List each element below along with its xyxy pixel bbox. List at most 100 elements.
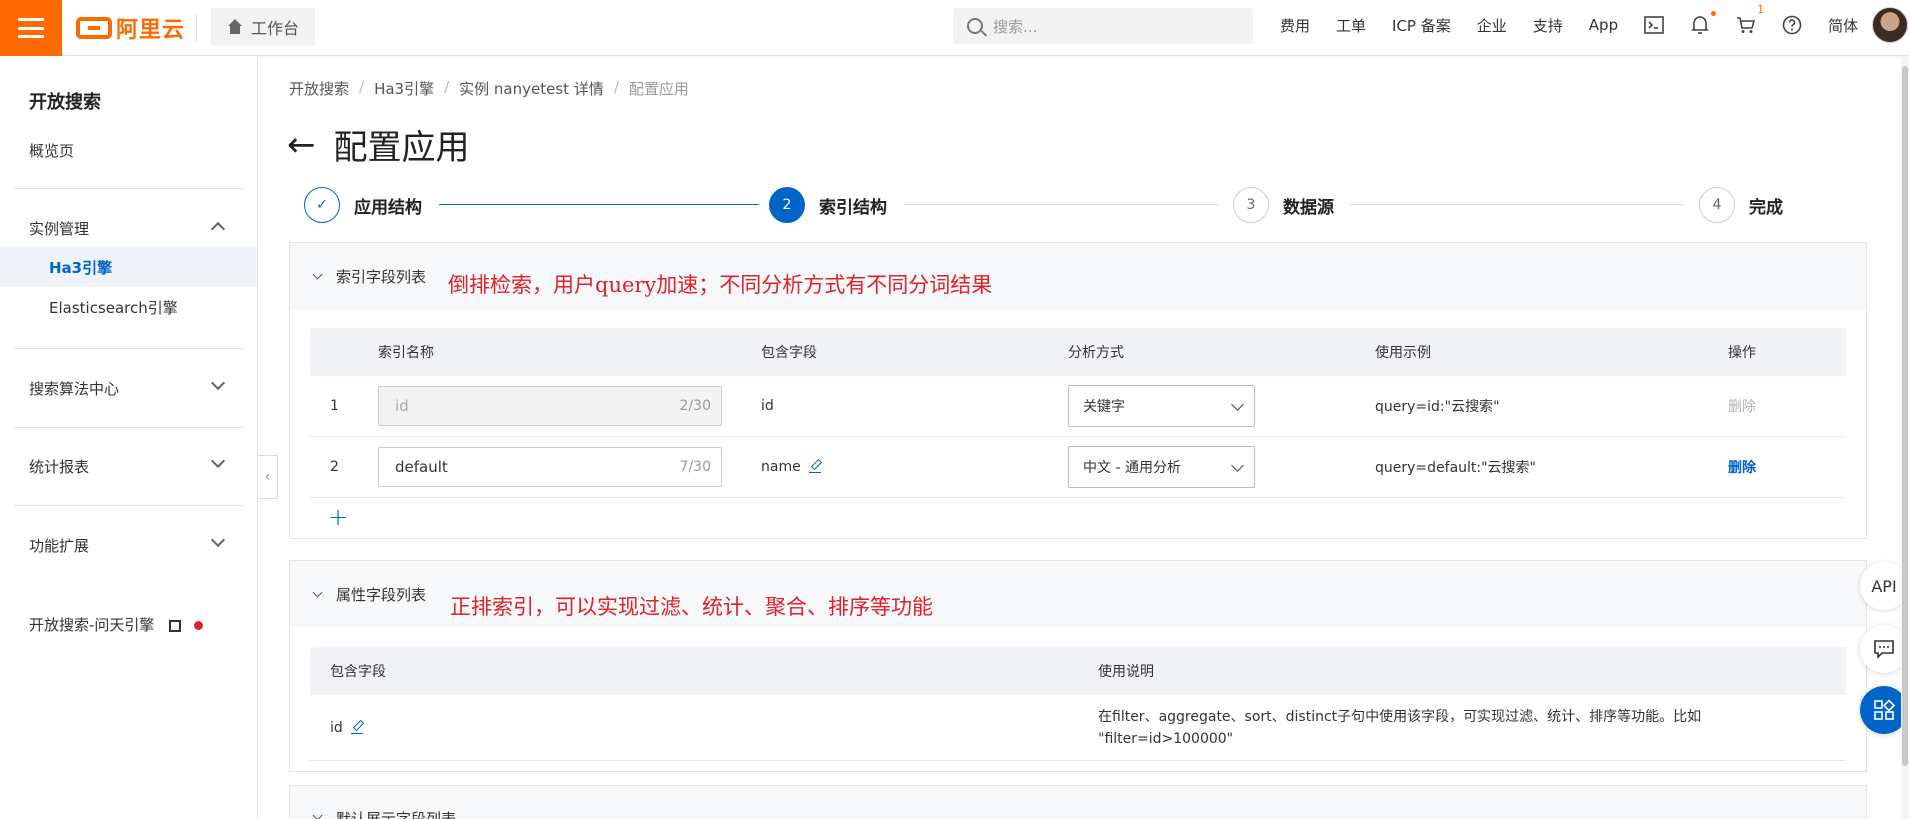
menu-button[interactable] — [0, 0, 62, 56]
bell-icon[interactable] — [1690, 11, 1717, 35]
chevron-down-icon[interactable] — [312, 587, 323, 598]
divider — [14, 505, 243, 506]
table-row: 2 default 7/30 name 中文 - 通用分析 query=defa… — [310, 437, 1846, 498]
back-arrow-icon[interactable]: ← — [287, 128, 316, 162]
attribute-table: 包含字段 使用说明 id 在filter、aggregate、sort、dist… — [310, 647, 1846, 761]
help-icon[interactable] — [1782, 15, 1802, 35]
chevron-down-icon[interactable] — [210, 532, 226, 548]
index-name-cell: default 7/30 — [378, 437, 722, 497]
sidebar-item-reports[interactable]: 统计报表 — [29, 456, 89, 477]
step-4: 4 完成 — [1699, 187, 1783, 223]
analyzer-select[interactable]: 关键字 — [1068, 385, 1255, 427]
input-value: default — [395, 458, 448, 476]
chevron-up-icon[interactable] — [210, 221, 226, 237]
stepper: ✓ 应用结构 2 索引结构 3 数据源 4 完成 — [304, 187, 1784, 223]
link-app[interactable]: App — [1589, 16, 1618, 34]
divider — [14, 188, 243, 189]
chevron-down-icon[interactable] — [312, 810, 323, 819]
api-label: API — [1871, 576, 1897, 596]
analyzer-select[interactable]: 中文 - 通用分析 — [1068, 446, 1255, 488]
hamburger-icon — [18, 18, 44, 38]
chevron-down-icon — [1231, 397, 1244, 411]
edit-icon[interactable] — [808, 461, 821, 473]
check-icon: ✓ — [304, 187, 340, 223]
breadcrumb-item[interactable]: 开放搜索 — [289, 78, 349, 99]
column-header: 操作 — [1728, 345, 1756, 361]
panel-title: 索引字段列表 — [336, 268, 427, 286]
chevron-down-icon — [1231, 458, 1244, 472]
scrollbar-thumb[interactable] — [1902, 66, 1908, 766]
index-name-cell: id 2/30 — [378, 376, 722, 436]
edit-icon[interactable] — [350, 722, 363, 734]
divider — [14, 348, 243, 349]
step-label: 完成 — [1749, 197, 1783, 218]
search-placeholder: 搜索... — [993, 17, 1038, 36]
divider — [14, 427, 243, 428]
step-number: 2 — [769, 187, 805, 223]
breadcrumb-item[interactable]: 实例 nanyetest 详情 — [459, 78, 604, 99]
example-value: query=default:"云搜索" — [1375, 460, 1536, 476]
sidebar-item-extensions[interactable]: 功能扩展 — [29, 535, 89, 556]
field-value: id — [330, 719, 343, 736]
table-header: 索引名称 包含字段 分析方式 使用示例 操作 — [310, 328, 1846, 376]
index-name-input[interactable]: default 7/30 — [378, 447, 722, 487]
chevron-down-icon[interactable] — [312, 269, 323, 280]
link-enterprise[interactable]: 企业 — [1477, 15, 1507, 36]
row-number: 1 — [330, 398, 339, 414]
chevron-down-icon[interactable] — [210, 453, 226, 469]
search-input[interactable]: 搜索... — [953, 8, 1253, 44]
annotation: 正排索引，可以实现过滤、统计、聚合、排序等功能 — [450, 595, 933, 619]
table-row: 1 id 2/30 id 关键字 query=id:"云搜索" 删除 — [310, 376, 1846, 437]
select-value: 中文 - 通用分析 — [1083, 460, 1181, 476]
column-header: 包含字段 — [330, 664, 386, 680]
annotation: 倒排检索，用户query加速；不同分析方式有不同分词结果 — [448, 273, 993, 297]
sidebar: 开放搜索 概览页 实例管理 Ha3引擎 Elasticsearch引擎 搜索算法… — [0, 56, 258, 819]
workbench-label: 工作台 — [251, 19, 300, 38]
cart-icon[interactable]: 1 — [1736, 3, 1764, 35]
avatar[interactable] — [1872, 7, 1908, 43]
link-support[interactable]: 支持 — [1533, 15, 1563, 36]
language-switch[interactable]: 简体 — [1828, 15, 1858, 36]
home-icon — [227, 19, 243, 35]
external-link-icon — [169, 619, 182, 632]
select-value: 关键字 — [1083, 399, 1125, 415]
link-icp[interactable]: ICP 备案 — [1392, 15, 1451, 36]
divider — [196, 14, 197, 42]
panel-title: 属性字段列表 — [336, 586, 427, 604]
logo-text: 阿里云 — [116, 18, 186, 43]
sidebar-item-ha3[interactable]: Ha3引擎 — [0, 247, 257, 287]
panel-header[interactable]: 默认展示字段列表 — [290, 786, 1866, 819]
sidebar-title: 开放搜索 — [29, 92, 101, 113]
step-label: 索引结构 — [819, 197, 887, 218]
breadcrumb-separator: / — [613, 78, 619, 96]
breadcrumb: 开放搜索 / Ha3引擎 / 实例 nanyetest 详情 / 配置应用 — [289, 78, 689, 99]
aliyun-logo-mark — [76, 17, 112, 39]
link-fees[interactable]: 费用 — [1280, 15, 1310, 36]
table-row: id 在filter、aggregate、sort、distinct子句中使用该… — [310, 695, 1846, 761]
sidebar-item-algo-center[interactable]: 搜索算法中心 — [29, 378, 119, 399]
terminal-icon[interactable] — [1644, 15, 1664, 35]
description-line: "filter=id>100000" — [1098, 730, 1234, 747]
row-number: 2 — [330, 459, 339, 475]
breadcrumb-item[interactable]: Ha3引擎 — [374, 78, 434, 99]
sidebar-collapse-button[interactable]: ‹ — [258, 455, 278, 499]
example-value: query=id:"云搜索" — [1375, 399, 1500, 415]
sidebar-item-overview[interactable]: 概览页 — [29, 140, 74, 161]
sidebar-item-elasticsearch[interactable]: Elasticsearch引擎 — [0, 287, 257, 327]
page-header: ← 配置应用 — [287, 120, 470, 169]
step-number: 3 — [1233, 187, 1269, 223]
field-cell: id — [330, 695, 363, 760]
sidebar-item-wentian[interactable]: 开放搜索-问天引擎 — [29, 614, 203, 635]
delete-button: 删除 — [1728, 399, 1756, 415]
aliyun-logo[interactable]: 阿里云 — [76, 12, 185, 44]
description-cell: 在filter、aggregate、sort、distinct子句中使用该字段，… — [1098, 695, 1701, 760]
chevron-down-icon[interactable] — [210, 375, 226, 391]
sidebar-item-instance-mgmt[interactable]: 实例管理 — [29, 218, 89, 239]
delete-button[interactable]: 删除 — [1728, 437, 1756, 497]
default-display-field-panel: 默认展示字段列表 — [289, 785, 1867, 819]
workbench-button[interactable]: 工作台 — [211, 8, 316, 46]
char-count: 7/30 — [679, 459, 711, 475]
column-header: 索引名称 — [378, 345, 434, 361]
link-tickets[interactable]: 工单 — [1336, 15, 1366, 36]
add-index-button[interactable]: + — [328, 503, 348, 531]
